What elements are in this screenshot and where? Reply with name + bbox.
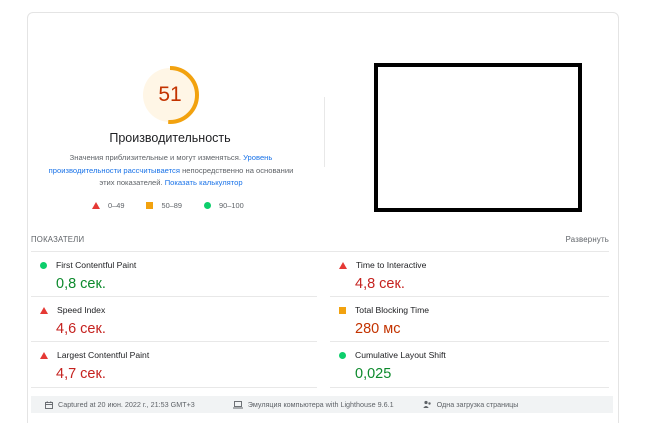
circle-icon [204, 202, 212, 209]
expand-button[interactable]: Развернуть [566, 235, 609, 244]
page-screenshot-thumbnail[interactable] [374, 63, 582, 212]
metric-label: Speed Index [57, 305, 106, 315]
triangle-icon [92, 202, 100, 209]
metric-first-contentful-paint: First Contentful Paint 0,8 сек. [40, 260, 310, 292]
divider [330, 296, 609, 297]
metric-value: 0,025 [355, 366, 392, 382]
triangle-icon [40, 306, 48, 314]
metric-label: First Contentful Paint [56, 260, 137, 270]
square-icon [339, 306, 346, 314]
divider [31, 341, 317, 342]
laptop-icon [232, 400, 243, 408]
divider [330, 387, 609, 388]
metric-value: 4,7 сек. [56, 366, 106, 382]
metric-label: Total Blocking Time [355, 305, 430, 315]
score-value: 51 [158, 83, 182, 106]
circle-icon [339, 351, 346, 359]
triangle-icon [40, 351, 48, 359]
triangle-icon [339, 261, 347, 269]
metric-value: 4,6 сек. [56, 321, 106, 337]
metric-cumulative-layout-shift: Cumulative Layout Shift 0,025 [339, 350, 609, 382]
runtime-settings-footer: Captured at 20 июн. 2022 г., 21:53 GMT+3… [31, 396, 613, 413]
divider [330, 341, 609, 342]
legend-item-good: 90–100 [204, 201, 244, 210]
metrics-header: ПОКАЗАТЕЛИ Развернуть [31, 235, 609, 244]
vertical-divider [324, 97, 325, 167]
footer-load: Одна загрузка страницы [422, 400, 519, 409]
calendar-icon [45, 400, 53, 409]
score-description: Значения приблизительные и могут изменят… [42, 152, 300, 190]
score-desc-text-1: Значения приблизительные и могут изменят… [69, 153, 244, 162]
metric-value: 280 мс [355, 321, 401, 337]
circle-icon [40, 261, 47, 269]
metric-label: Largest Contentful Paint [57, 350, 150, 360]
metric-value: 0,8 сек. [56, 276, 106, 292]
metric-label: Cumulative Layout Shift [355, 350, 446, 360]
divider [31, 387, 317, 388]
divider [31, 251, 609, 252]
footer-emulation-text: Эмуляция компьютера with Lighthouse 9.6.… [247, 400, 394, 409]
footer-load-text: Одна загрузка страницы [436, 400, 519, 409]
performance-score-gauge: 51 [139, 64, 201, 126]
show-calculator-link[interactable]: Показать калькулятор [165, 178, 243, 187]
metric-largest-contentful-paint: Largest Contentful Paint 4,7 сек. [40, 350, 310, 382]
footer-captured: Captured at 20 июн. 2022 г., 21:53 GMT+3 [45, 400, 195, 409]
legend-item-poor: 0–49 [92, 201, 124, 210]
legend-label-poor: 0–49 [108, 201, 125, 210]
footer-emulation: Эмуляция компьютера with Lighthouse 9.6.… [232, 400, 394, 409]
score-title: Производительность [109, 131, 231, 145]
legend-label-good: 90–100 [219, 201, 244, 210]
metric-speed-index: Speed Index 4,6 сек. [40, 305, 310, 337]
divider [31, 296, 317, 297]
metric-time-to-interactive: Time to Interactive 4,8 сек. [339, 260, 609, 292]
legend-item-average: 50–89 [146, 201, 182, 210]
people-icon [422, 400, 431, 408]
footer-captured-text: Captured at 20 июн. 2022 г., 21:53 GMT+3 [58, 400, 195, 409]
square-icon [146, 202, 154, 209]
legend-label-average: 50–89 [161, 201, 183, 210]
metrics-title: ПОКАЗАТЕЛИ [31, 235, 85, 244]
metric-total-blocking-time: Total Blocking Time 280 мс [339, 305, 609, 337]
metric-label: Time to Interactive [356, 260, 427, 270]
metric-value: 4,8 сек. [355, 276, 405, 292]
score-legend: 0–49 50–89 90–100 [92, 201, 266, 210]
